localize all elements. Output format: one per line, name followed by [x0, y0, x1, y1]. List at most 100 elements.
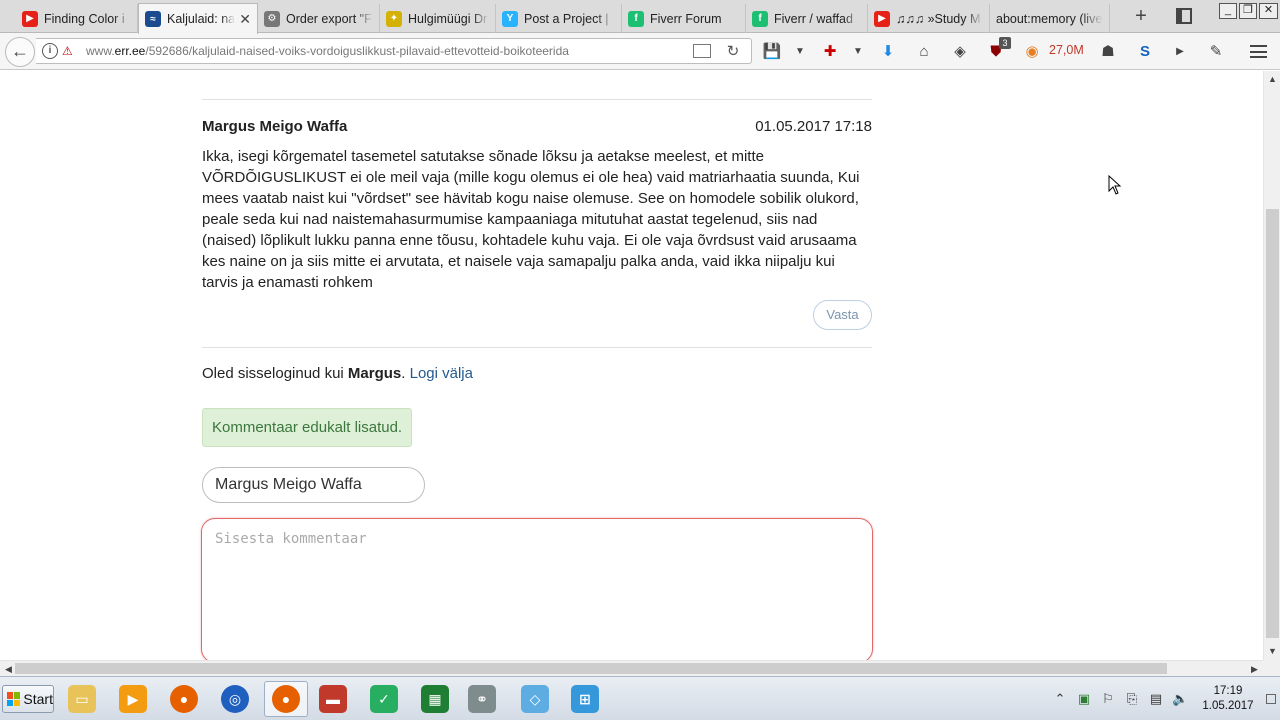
windows-flag-icon: ⊞: [571, 685, 599, 713]
tray-device-icon[interactable]: ⎘: [1124, 691, 1140, 707]
spreadsheet-icon: ▦: [421, 685, 449, 713]
menu-icon[interactable]: [1250, 45, 1267, 58]
sidebar-toggle-icon[interactable]: [1176, 8, 1192, 24]
browser-tab[interactable]: ▶ ♫♫♫ »Study M: [868, 4, 990, 33]
taskbar-thunderbird[interactable]: ◎: [213, 681, 257, 717]
memory-addon-icon[interactable]: ◉: [1022, 42, 1042, 62]
taskbar-spreadsheet[interactable]: ▦: [413, 681, 457, 717]
success-alert: Kommentaar edukalt lisatud.: [202, 408, 413, 447]
comment-body: Ikka, isegi kõrgematel tasemetel satutak…: [202, 148, 860, 291]
taskbar-explorer[interactable]: ▭: [60, 681, 104, 717]
skype-icon[interactable]: S: [1135, 42, 1155, 62]
taskbar-media-player[interactable]: ▶: [111, 681, 155, 717]
url-bar[interactable]: i ⚠ www.err.ee/592686/kaljulaid-naised-v…: [36, 38, 752, 64]
media-player-icon: ▶: [119, 685, 147, 713]
clock-time: 17:19: [1213, 685, 1243, 697]
start-label: Start: [23, 691, 53, 707]
taskbar-network[interactable]: ⚭: [460, 681, 504, 717]
addon-dropdown-icon[interactable]: ▼: [848, 42, 868, 62]
horizontal-scrollbar[interactable]: ◀ ▶: [0, 660, 1263, 676]
home-icon[interactable]: ⌂: [914, 42, 934, 62]
addon-cross-icon[interactable]: ✚: [820, 42, 840, 62]
horizontal-scroll-thumb[interactable]: [15, 663, 1167, 674]
url-prefix: www.: [86, 44, 115, 58]
clock-date: 1.05.2017: [1202, 700, 1254, 712]
divider: [202, 99, 872, 100]
scrollbar-corner: [1263, 660, 1280, 676]
browser-tab[interactable]: ≈ Kaljulaid: na ✕: [138, 3, 258, 34]
url-path: /592686/kaljulaid-naised-voiks-vordoigus…: [145, 44, 569, 58]
tab-title: about:memory (live: [996, 11, 1103, 26]
close-tab-icon[interactable]: ✕: [239, 11, 251, 28]
reply-button[interactable]: Vasta: [813, 300, 872, 330]
tray-expand-icon[interactable]: ⌃: [1052, 691, 1068, 707]
browser-tab[interactable]: Y Post a Project |: [496, 4, 622, 33]
scroll-right-icon[interactable]: ▶: [1246, 661, 1263, 677]
insecure-lock-icon[interactable]: ⚠: [62, 44, 76, 58]
browser-tab[interactable]: about:memory (live: [990, 4, 1110, 33]
start-button[interactable]: Start: [2, 685, 54, 713]
fiverr-icon: f: [628, 10, 644, 27]
divider: [202, 347, 872, 348]
taskbar-notepad[interactable]: ✓: [362, 681, 406, 717]
youtube-icon: ▶: [874, 10, 890, 27]
close-window-button[interactable]: ✕: [1259, 3, 1278, 19]
tab-title: Fiverr Forum: [650, 11, 722, 26]
orbit-icon: ◎: [221, 685, 249, 713]
logged-in-user: Margus: [347, 365, 402, 382]
pocket-icon[interactable]: ◈: [950, 42, 970, 62]
vertical-scrollbar[interactable]: ▲ ▼: [1263, 71, 1280, 660]
scroll-down-icon[interactable]: ▼: [1264, 643, 1280, 660]
drone-icon: ✦: [386, 10, 402, 27]
incognito-icon[interactable]: ☗: [1098, 42, 1118, 62]
taskbar-firefox-active[interactable]: ●: [264, 681, 308, 717]
browser-tab[interactable]: f Fiverr / waffad: [746, 4, 868, 33]
browser-tab[interactable]: f Fiverr Forum: [622, 4, 746, 33]
memory-usage-label: 27,0M: [1049, 43, 1084, 57]
reload-icon[interactable]: ↻: [723, 42, 743, 60]
browser-tab[interactable]: ▶ Finding Color i: [16, 4, 138, 33]
login-status: Oled sisseloginud kui Margus. Logi välja: [202, 365, 473, 382]
comment-date: 01.05.2017 17:18: [755, 118, 872, 135]
save-dropdown-icon[interactable]: ▼: [790, 42, 810, 62]
back-button[interactable]: ←: [5, 37, 35, 67]
url-domain: err.ee: [114, 44, 146, 58]
tab-title: Order export "Fi: [286, 11, 373, 26]
windows-logo-icon: [7, 692, 21, 706]
toolbox-icon: ▬: [319, 685, 347, 713]
show-desktop-button[interactable]: [1266, 694, 1276, 704]
minimize-window-button[interactable]: _: [1219, 3, 1237, 19]
fiverr-icon: f: [752, 10, 768, 27]
err-icon: ≈: [145, 11, 161, 27]
taskbar-clock[interactable]: 17:19 1.05.2017: [1196, 684, 1260, 714]
name-field[interactable]: [202, 467, 425, 503]
new-tab-button[interactable]: +: [1130, 6, 1152, 28]
url-text[interactable]: www.err.ee/592686/kaljulaid-naised-voiks…: [86, 44, 693, 58]
tray-monitor-icon[interactable]: ▣: [1076, 691, 1092, 707]
tray-volume-icon[interactable]: 🔈: [1172, 691, 1188, 707]
tray-flag-icon[interactable]: ⚐: [1100, 691, 1116, 707]
tab-title: Hulgimüügi Dr: [408, 11, 488, 26]
tray-network-icon[interactable]: ▤: [1148, 691, 1164, 707]
restore-window-button[interactable]: ❐: [1239, 3, 1257, 19]
site-info-icon[interactable]: i: [42, 43, 58, 59]
taskbar-firefox[interactable]: ●: [162, 681, 206, 717]
taskbar-windows[interactable]: ⊞: [563, 681, 607, 717]
save-icon[interactable]: 💾: [762, 42, 782, 62]
youtube-addon-icon[interactable]: ▶: [1170, 42, 1190, 62]
reader-view-icon[interactable]: [693, 44, 711, 58]
firefox-icon: ●: [272, 685, 300, 713]
download-icon[interactable]: ⬇: [878, 42, 898, 62]
page-viewport: Margus Meigo Waffa 01.05.2017 17:18 Ikka…: [0, 71, 1263, 660]
comment-textarea[interactable]: [201, 518, 873, 660]
taskbar-app[interactable]: ◇: [513, 681, 557, 717]
pencil-icon[interactable]: ✎: [1206, 42, 1226, 62]
logout-link[interactable]: Logi välja: [410, 365, 473, 382]
taskbar-toolbox[interactable]: ▬: [311, 681, 355, 717]
scroll-up-icon[interactable]: ▲: [1264, 71, 1280, 88]
browser-tab[interactable]: ⚙ Order export "Fi: [258, 4, 380, 33]
vertical-scroll-thumb[interactable]: [1266, 209, 1279, 638]
tab-title: Finding Color i: [44, 11, 125, 26]
freelancer-icon: Y: [502, 10, 518, 27]
browser-tab[interactable]: ✦ Hulgimüügi Dr: [380, 4, 496, 33]
